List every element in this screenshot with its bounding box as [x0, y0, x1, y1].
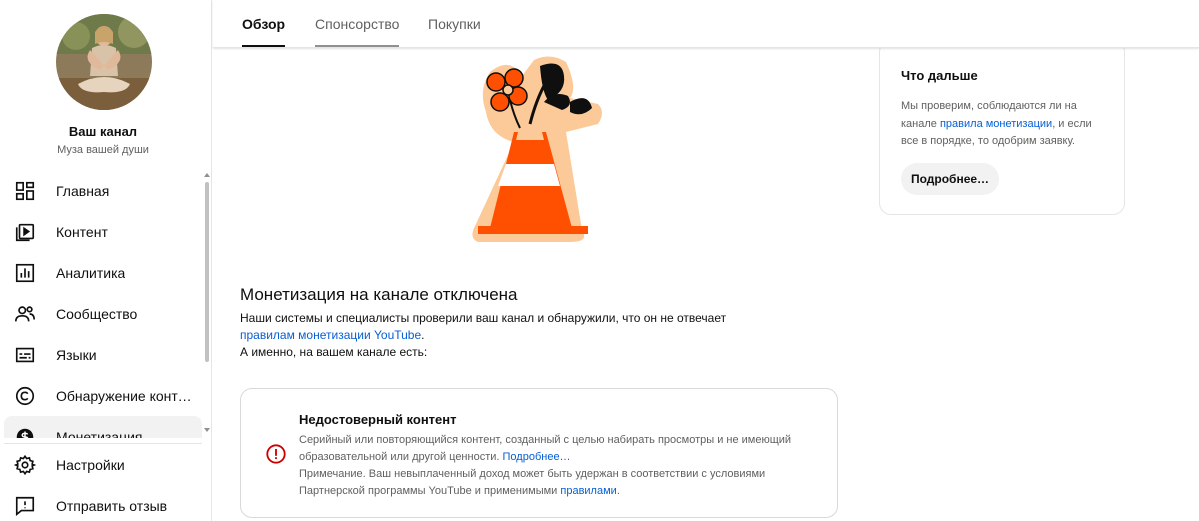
monetization-policy-link[interactable]: правилам монетизации YouTube [240, 328, 421, 342]
sidebar-item-content-detection[interactable]: Обнаружение контента [4, 375, 202, 416]
tab-label: Спонсорство [315, 15, 400, 32]
sidebar-item-label: Аналитика [56, 264, 126, 281]
sidebar-bottom: Настройки Отправить отзыв [4, 443, 202, 521]
whats-next-text: Мы проверим, соблюдаются ли на канале пр… [901, 98, 1111, 151]
channel-avatar[interactable] [56, 14, 152, 110]
traffic-cone-illustration [470, 52, 610, 244]
channel-subtitle: Муза вашей души [57, 144, 149, 156]
monetization-icon [16, 428, 34, 438]
sidebar-item-analytics[interactable]: Аналитика [4, 252, 202, 293]
tab-bar: Обзор Спонсорство Покупки [213, 0, 1199, 48]
feedback-icon [15, 496, 35, 516]
tab-sponsorship[interactable]: Спонсорство [315, 0, 400, 47]
whats-next-card: Что дальше Мы проверим, соблюдаются ли н… [879, 40, 1125, 215]
sidebar-item-label: Монетизация [56, 428, 143, 439]
description-text: Наши системы и специалисты проверили ваш… [240, 311, 727, 325]
sidebar-item-label: Настройки [56, 456, 125, 473]
error-icon [266, 444, 286, 464]
sidebar-item-label: Обнаружение контента [56, 387, 194, 404]
tab-label: Обзор [242, 15, 286, 32]
sidebar-item-languages[interactable]: Языки [4, 334, 202, 375]
issue-title: Недостоверный контент [299, 412, 457, 427]
tab-label: Покупки [428, 15, 481, 32]
analytics-icon [15, 263, 35, 282]
content-icon [15, 223, 35, 241]
sidebar-nav: Главная Контент Аналитика Сообщество Язы… [4, 170, 202, 438]
monetization-rules-link[interactable]: правила монетизации [940, 118, 1052, 130]
sidebar-item-dashboard[interactable]: Главная [4, 170, 202, 211]
subtitles-icon [15, 347, 35, 362]
sidebar-item-label: Сообщество [56, 305, 138, 322]
description-period: . [421, 328, 425, 342]
rules-link[interactable]: правилами [560, 485, 616, 497]
monetization-status-description: Наши системы и специалисты проверили ваш… [240, 310, 800, 361]
sidebar-item-feedback[interactable]: Отправить отзыв [4, 485, 202, 521]
learn-more-button[interactable]: Подробнее… [901, 163, 999, 195]
sidebar-item-label: Контент [56, 223, 108, 240]
scrollbar-thumb[interactable] [205, 182, 209, 362]
scroll-down-icon[interactable] [204, 428, 210, 432]
community-icon [15, 305, 35, 321]
issue-card: Недостоверный контент Серийный или повто… [240, 388, 838, 518]
dashboard-icon [15, 181, 35, 200]
copyright-icon [15, 386, 35, 405]
whats-next-title: Что дальше [901, 68, 978, 83]
channel-title: Ваш канал [68, 124, 138, 139]
sidebar-item-label: Отправить отзыв [56, 497, 168, 514]
sidebar-scrollbar[interactable] [203, 173, 211, 438]
scroll-up-icon[interactable] [204, 173, 210, 177]
tab-underline [242, 45, 286, 47]
monetization-status-title: Монетизация на канале отключена [240, 285, 518, 304]
sidebar-item-label: Главная [56, 182, 110, 199]
description-line2: А именно, на вашем канале есть: [240, 345, 428, 359]
learn-more-link[interactable]: Подробнее… [503, 451, 571, 463]
issue-note: Примечание. Ваш невыплаченный доход може… [299, 468, 766, 497]
issue-description: Серийный или повторяющийся контент, созд… [299, 432, 819, 500]
sidebar-item-settings[interactable]: Настройки [4, 444, 202, 485]
sidebar-item-community[interactable]: Сообщество [4, 293, 202, 334]
tab-purchases[interactable]: Покупки [428, 0, 481, 47]
gear-icon [14, 454, 36, 475]
sidebar-item-content[interactable]: Контент [4, 211, 202, 252]
sidebar-item-label: Языки [56, 346, 97, 363]
tab-overview[interactable]: Обзор [242, 0, 286, 47]
sidebar: Ваш канал Муза вашей души Главная Контен… [0, 0, 212, 521]
sidebar-item-monetization[interactable]: Монетизация [4, 416, 202, 438]
tab-underline [315, 45, 400, 47]
issue-note-period: . [616, 485, 620, 497]
